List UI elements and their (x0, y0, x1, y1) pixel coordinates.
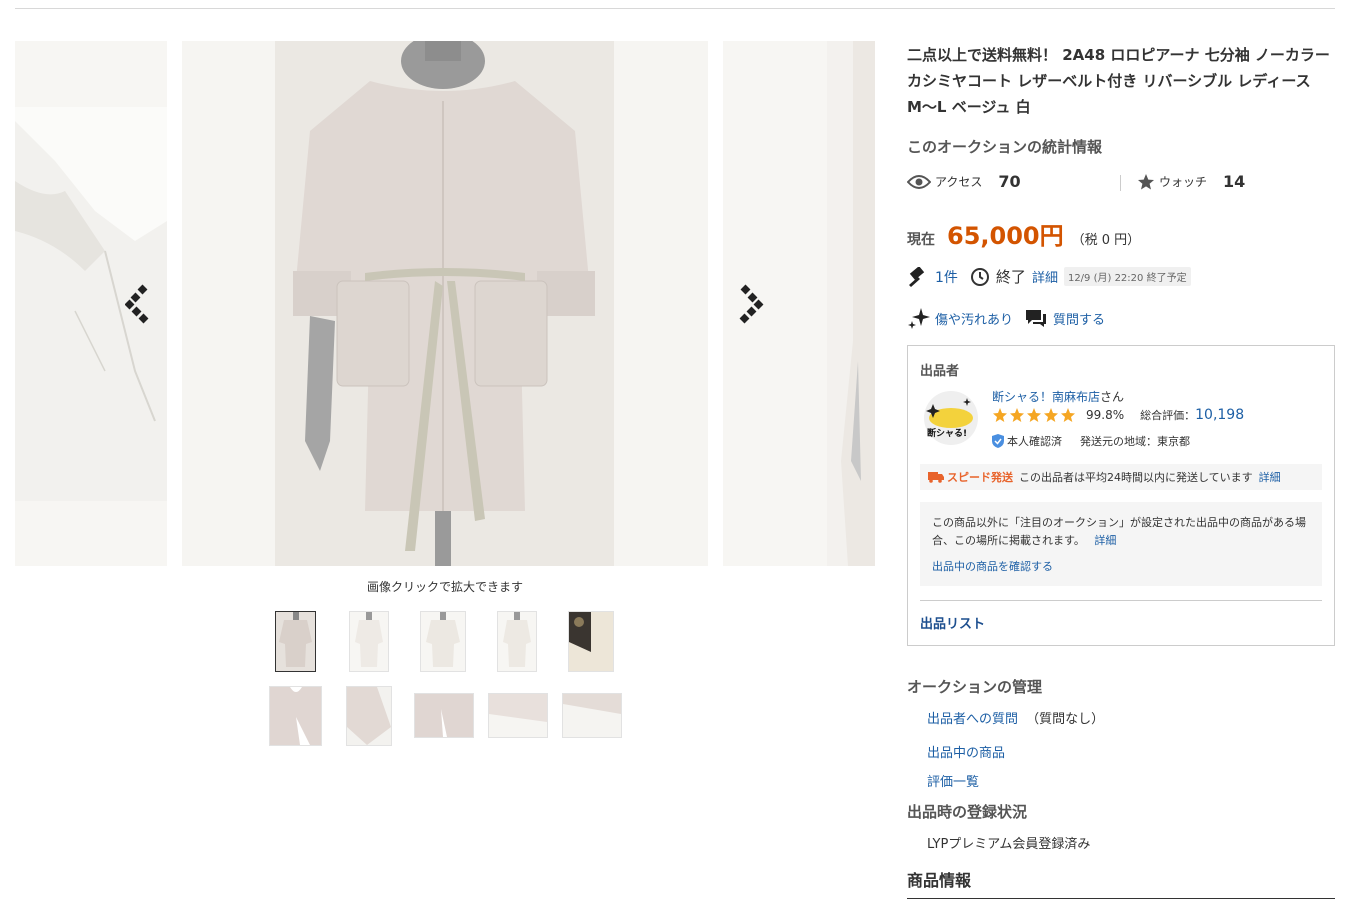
thumbnail[interactable] (488, 693, 548, 738)
price-row: 現在 65,000円 （税 0 円） (907, 216, 1140, 251)
verified-label: 本人確認済 (1007, 435, 1062, 448)
speed-shipping-banner: スピード発送 この出品者は平均24時間以内に発送しています 詳細 (920, 464, 1322, 490)
thumbnail[interactable] (562, 693, 622, 738)
bid-row: 1件 終了 詳細 12/9 (月) 22:20 終了予定 (907, 266, 1191, 287)
total-rating-label: 総合評価： (1140, 409, 1196, 422)
star-icon (1138, 173, 1154, 189)
seller-box: 出品者 断シャる! 断シャる！南麻布店さん 99.8% 総合評価： 10,198 (907, 345, 1335, 646)
next-image-button[interactable] (736, 284, 766, 324)
rating-percent: 99.8% (1086, 408, 1125, 422)
ratings-list-link[interactable]: 評価一覧 (927, 771, 979, 790)
coat-photo (275, 41, 614, 566)
thumbnail[interactable] (349, 611, 389, 672)
speed-text: この出品者は平均24時間以内に発送しています (1019, 471, 1253, 484)
seller-divider (920, 600, 1322, 601)
seller-suffix: さん (1100, 390, 1125, 404)
watch-label: ウォッチ (1159, 175, 1208, 189)
question-row: 出品者への質問 （質問なし） (927, 708, 1104, 727)
seller-list-link[interactable]: 出品リスト (920, 613, 985, 632)
thumbnail[interactable] (568, 611, 614, 672)
condition-row: 傷や汚れあり 質問する (907, 306, 1105, 330)
seller-logo[interactable]: 断シャる! (923, 388, 979, 448)
notice-items-link[interactable]: 出品中の商品を確認する (932, 558, 1310, 576)
rating-row: 99.8% 総合評価： 10,198 (992, 407, 1244, 423)
chevron-right-icon (739, 284, 764, 324)
access-value: 70 (998, 172, 1021, 191)
thumbnail[interactable] (420, 611, 466, 672)
zoom-caption: 画像クリックで拡大できます (366, 580, 523, 594)
tax-amount: （税 0 円） (1071, 233, 1141, 248)
stats-heading: このオークションの統計情報 (907, 138, 1103, 156)
thumbnail[interactable] (497, 611, 537, 672)
stats-divider (1120, 175, 1121, 191)
current-price: 65,000円 (947, 222, 1064, 250)
main-image[interactable] (182, 41, 708, 566)
registration-value: LYPプレミアム会員登録済み (927, 837, 1091, 852)
rating-stars-icon (993, 408, 1075, 422)
prev-image-button[interactable] (124, 284, 155, 324)
thumbnail[interactable] (414, 693, 474, 738)
notice-detail-link[interactable]: 詳細 (1094, 534, 1116, 547)
end-detail-link[interactable]: 詳細 (1032, 267, 1058, 286)
product-info-divider (907, 898, 1335, 899)
condition-link[interactable]: 傷や汚れあり (935, 309, 1013, 328)
thumbnail[interactable] (269, 686, 322, 746)
notice-text: この商品以外に「注目のオークション」が設定された出品中の商品がある場合、この場所… (932, 516, 1306, 547)
management-heading: オークションの管理 (907, 678, 1043, 696)
question-link[interactable]: 質問する (1053, 309, 1105, 328)
speed-detail-link[interactable]: 詳細 (1259, 469, 1281, 485)
seller-logo-text: 断シャる! (927, 429, 968, 439)
verify-row: 本人確認済 発送元の地域：東京都 (992, 433, 1190, 449)
seller-name-row: 断シャる！南麻布店さん (992, 388, 1124, 405)
region-label: 発送元の地域：東京都 (1080, 435, 1190, 448)
top-divider (15, 8, 1335, 9)
shield-check-icon (992, 434, 1004, 448)
end-label: 終了 (995, 268, 1026, 286)
access-stat: アクセス 70 (907, 172, 1021, 191)
listed-items-link[interactable]: 出品中の商品 (927, 742, 1005, 761)
speed-label: スピード発送 (947, 471, 1013, 484)
eye-icon (907, 174, 931, 189)
chevron-left-icon (124, 284, 149, 324)
registration-heading: 出品時の登録状況 (907, 803, 1028, 821)
product-info-heading: 商品情報 (907, 871, 972, 890)
total-rating-link[interactable]: 10,198 (1195, 407, 1244, 423)
seller-heading: 出品者 (920, 364, 960, 379)
question-note: （質問なし） (1026, 712, 1105, 727)
truck-icon (928, 472, 944, 483)
sparkle-icon (908, 308, 930, 329)
seller-logo-image (924, 391, 978, 445)
featured-notice: この商品以外に「注目のオークション」が設定された出品中の商品がある場合、この場所… (920, 502, 1322, 586)
seller-name-link[interactable]: 断シャる！南麻布店 (992, 390, 1100, 404)
gavel-icon (909, 266, 925, 287)
notice-text-row: この商品以外に「注目のオークション」が設定された出品中の商品がある場合、この場所… (932, 514, 1310, 550)
price-label: 現在 (907, 232, 935, 248)
stats-row: アクセス 70 ウォッチ 14 (907, 172, 1335, 196)
chat-icon (1026, 310, 1047, 327)
thumbnail[interactable] (275, 611, 316, 672)
watch-stat: ウォッチ 14 (1137, 172, 1245, 191)
seller-question-link[interactable]: 出品者への質問 (927, 712, 1018, 727)
thumbnail[interactable] (346, 686, 392, 746)
access-label: アクセス (935, 175, 983, 189)
watch-value: 14 (1223, 172, 1246, 191)
clock-icon (970, 267, 989, 286)
item-title: 二点以上で送料無料！ 2A48 ロロピアーナ 七分袖 ノーカラー カシミヤコート… (907, 46, 1330, 116)
end-time: 12/9 (月) 22:20 終了予定 (1063, 267, 1191, 286)
bid-count-link[interactable]: 1件 (935, 267, 958, 287)
